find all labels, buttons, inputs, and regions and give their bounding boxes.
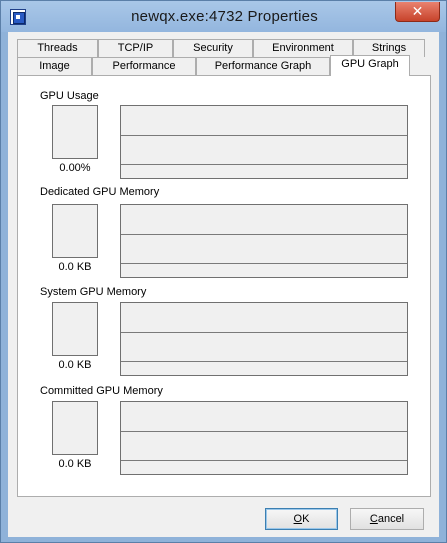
- properties-window: newqx.exe:4732 Properties ✕ Threads TCP/…: [0, 0, 447, 543]
- section-title-committed-gpu-memory: Committed GPU Memory: [40, 385, 163, 397]
- cancel-button[interactable]: Cancel: [350, 508, 424, 530]
- window-title: newqx.exe:4732 Properties: [131, 8, 318, 25]
- section-title-system-gpu-memory: System GPU Memory: [40, 286, 147, 298]
- gpu-usage-value: 0.00%: [59, 162, 91, 174]
- system-gpu-memory-value: 0.0 KB: [58, 359, 92, 371]
- section-title-dedicated-gpu-memory: Dedicated GPU Memory: [40, 186, 160, 198]
- gpu-graph-panel: GPU Usage 0.00% Dedicated GPU Memory 0.0…: [17, 75, 431, 497]
- committed-gpu-memory-value: 0.0 KB: [58, 458, 92, 470]
- committed-gpu-memory-meter: [52, 401, 98, 455]
- ok-button-label: OK: [293, 513, 310, 525]
- tab-tcpip[interactable]: TCP/IP: [98, 39, 173, 57]
- dialog-client-area: Threads TCP/IP Security Environment Stri…: [8, 32, 439, 537]
- committed-gpu-memory-graph: [120, 401, 408, 475]
- system-gpu-memory-graph: [120, 302, 408, 376]
- tab-image[interactable]: Image: [17, 57, 92, 75]
- cancel-button-label: Cancel: [369, 513, 405, 525]
- dedicated-gpu-memory-value: 0.0 KB: [58, 261, 92, 273]
- section-title-gpu-usage: GPU Usage: [40, 90, 99, 102]
- dedicated-gpu-memory-graph: [120, 204, 408, 278]
- close-button[interactable]: ✕: [395, 2, 440, 22]
- dedicated-gpu-memory-meter: [52, 204, 98, 258]
- system-gpu-memory-meter: [52, 302, 98, 356]
- tab-security[interactable]: Security: [173, 39, 253, 57]
- tab-gpu-graph[interactable]: GPU Graph: [330, 55, 410, 76]
- tab-performance-graph[interactable]: Performance Graph: [196, 57, 330, 75]
- tab-threads[interactable]: Threads: [17, 39, 98, 57]
- tab-performance[interactable]: Performance: [92, 57, 196, 75]
- gpu-usage-graph: [120, 105, 408, 179]
- gpu-usage-meter: [52, 105, 98, 159]
- title-bar[interactable]: newqx.exe:4732 Properties ✕: [1, 1, 446, 32]
- ok-button[interactable]: OK: [265, 508, 338, 530]
